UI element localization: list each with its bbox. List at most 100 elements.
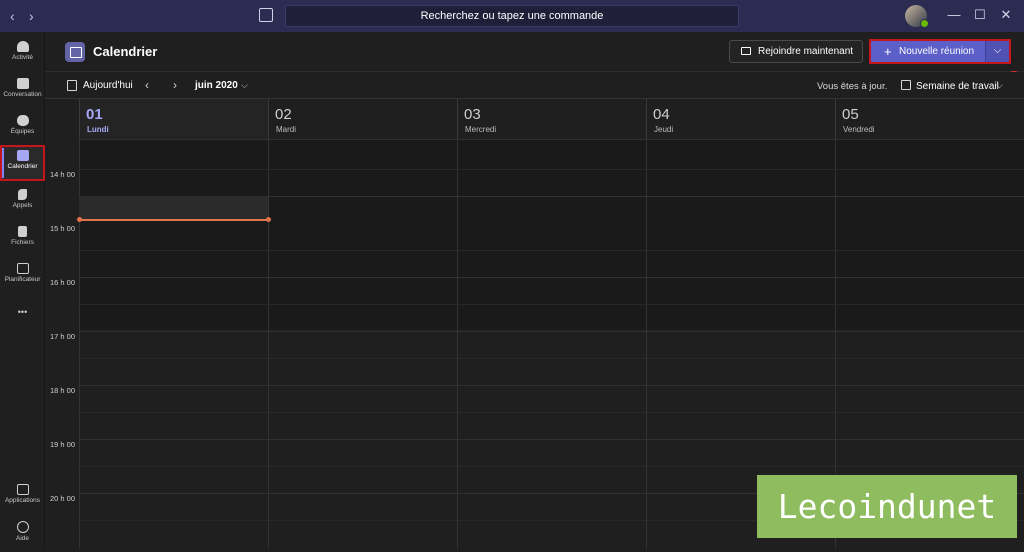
rail-item-teams[interactable]: Équipes [0,110,45,146]
time-label: 16 h 00 [50,278,76,287]
selected-time-slot[interactable] [79,196,268,220]
minimize-icon[interactable]: — [944,7,964,22]
current-time-indicator [79,219,269,221]
month-picker[interactable]: juin 2020 [195,80,238,91]
time-label: 15 h 00 [50,224,76,233]
sync-status: Vous êtes à jour. [817,81,888,92]
apps-icon [16,484,29,495]
bell-icon [16,41,29,52]
video-camera-icon [741,47,751,55]
today-button[interactable]: Aujourd'hui [83,80,133,91]
rail-item-label: Activité [12,54,33,61]
search-input[interactable]: Recherchez ou tapez une commande [285,5,739,27]
time-label: 19 h 00 [50,440,76,449]
new-meeting-dropdown-button[interactable]: ⌵ [985,41,1009,62]
previous-week-icon[interactable]: ‹ [145,78,149,92]
title-bar: ‹ › Recherchez ou tapez une commande — ☐… [0,0,1024,32]
presence-available-icon [920,19,929,28]
grid-line [79,331,1024,332]
chat-icon [16,78,29,89]
day-name: Mardi [276,125,297,134]
rail-item-calendar[interactable]: Calendrier [0,145,45,181]
day-number: 02 [275,106,292,123]
rail-item-label: Applications [4,497,41,504]
current-time-dot [266,217,271,222]
view-calendar-icon [901,80,911,90]
phone-icon [18,189,27,200]
grid-line [79,358,1024,359]
grid-line [79,169,1024,170]
time-label: 18 h 00 [50,386,76,395]
rail-item-label: Aide [15,535,29,542]
current-time-dot [77,217,82,222]
watermark-logo: Lecoindunet [757,475,1017,538]
more-apps-icon[interactable]: ••• [0,302,45,322]
help-icon [16,521,29,533]
time-label: 14 h 00 [50,170,76,179]
rail-item-label: Planificateur [4,276,41,283]
rail-item-label: Appels [12,202,33,209]
grid-line [79,304,1024,305]
today-icon [67,80,77,91]
calendar-toolbar: Aujourd'hui ‹ › juin 2020 ⌵ Vous êtes à … [45,72,1024,99]
rail-item-label: Fichiers [11,239,34,246]
day-number: 04 [653,106,670,123]
new-meeting-button[interactable]: + Nouvelle réunion [871,41,984,62]
grid-line [79,466,1024,467]
planner-icon [16,263,29,274]
next-week-icon[interactable]: › [173,78,177,92]
day-header-thursday[interactable]: 04 Jeudi [646,99,835,139]
app-rail: Activité Conversation Équipes Calendrier… [0,32,45,549]
back-arrow-icon[interactable]: ‹ [10,8,15,24]
day-number: 03 [464,106,481,123]
rail-item-help[interactable]: Aide [0,516,45,552]
rail-item-label: Calendrier [7,163,38,170]
plus-icon: + [884,44,892,59]
rail-item-label: Conversation [3,91,42,98]
grid-line [79,412,1024,413]
rail-item-label: Équipes [10,128,35,135]
day-header-wednesday[interactable]: 03 Mercredi [457,99,646,139]
calendar-app-icon [65,42,85,62]
day-column-wednesday[interactable] [457,139,646,549]
chevron-down-icon: ⌵ [993,45,1002,56]
forward-arrow-icon[interactable]: › [29,8,34,24]
day-header-friday[interactable]: 05 Vendredi [835,99,1024,139]
day-number: 01 [86,106,103,123]
day-column-tuesday[interactable] [268,139,457,549]
rail-item-files[interactable]: Fichiers [0,221,45,257]
calendar-header: Calendrier Rejoindre maintenant + Nouvel… [45,32,1024,72]
rail-item-applications[interactable]: Applications [0,479,45,515]
day-number: 05 [842,106,859,123]
day-header-tuesday[interactable]: 02 Mardi [268,99,457,139]
join-now-label: Rejoindre maintenant [758,46,854,57]
maximize-icon[interactable]: ☐ [970,7,990,23]
day-name: Mercredi [465,125,497,134]
new-meeting-label: Nouvelle réunion [899,46,975,57]
grid-line [79,250,1024,251]
join-now-button[interactable]: Rejoindre maintenant [729,40,863,63]
new-meeting-group: + Nouvelle réunion ⌵ [869,39,1011,64]
close-icon[interactable]: ✕ [996,7,1016,23]
grid-line [79,139,1024,140]
grid-line [79,277,1024,278]
file-icon [18,226,27,237]
calendar-icon [16,150,29,161]
grid-line [79,439,1024,440]
day-name: Jeudi [654,125,674,134]
compose-icon[interactable] [259,8,273,22]
rail-item-calls[interactable]: Appels [0,184,45,220]
day-name: Vendredi [843,125,875,134]
day-header-monday[interactable]: 01 Lundi [79,99,268,139]
chevron-down-icon[interactable]: ⌵ [241,80,248,91]
view-selector[interactable]: Semaine de travail [916,81,999,92]
time-label: 20 h 00 [50,494,76,503]
chevron-down-icon[interactable]: ⌵ [996,80,1003,91]
teams-icon [16,115,29,126]
rail-item-activity[interactable]: Activité [0,36,45,72]
grid-line [79,385,1024,386]
day-name: Lundi [87,125,109,134]
rail-item-chat[interactable]: Conversation [0,73,45,109]
rail-item-planner[interactable]: Planificateur [0,258,45,294]
page-title: Calendrier [93,44,158,59]
